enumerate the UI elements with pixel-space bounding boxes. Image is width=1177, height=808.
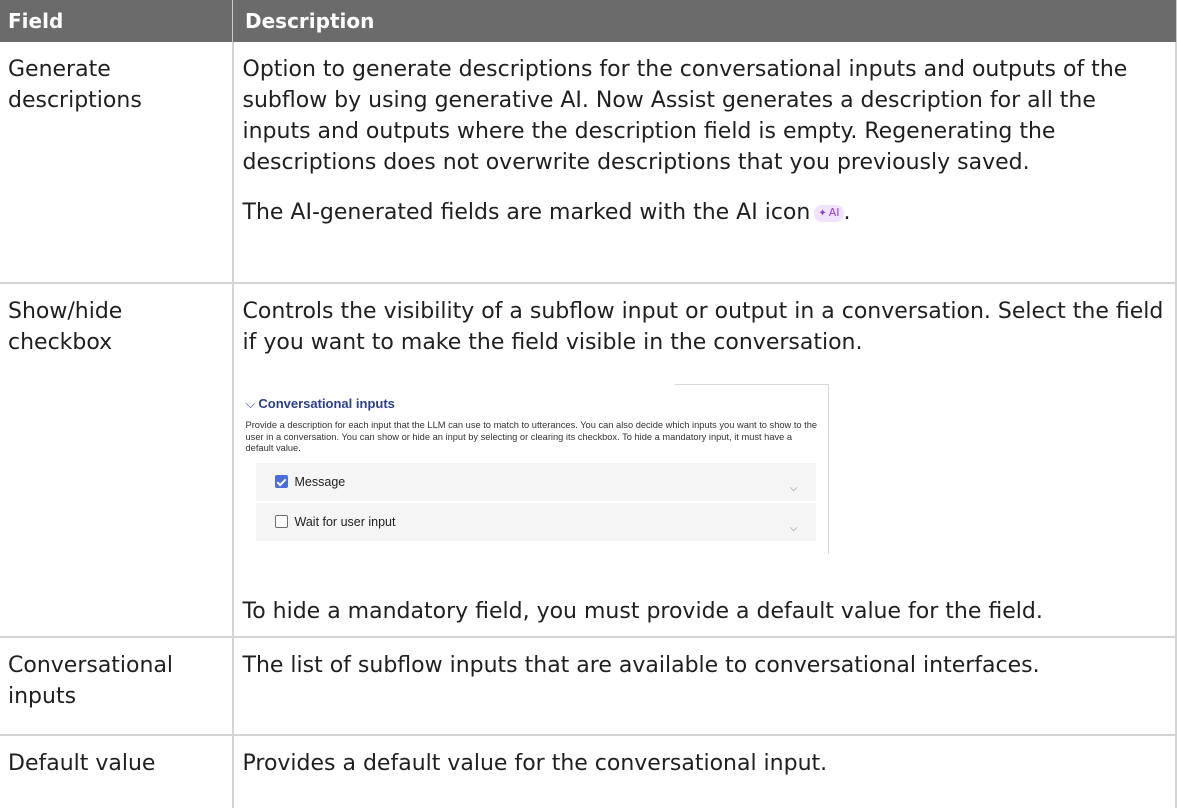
divider bbox=[674, 384, 829, 385]
ai-badge: ✦ AI bbox=[814, 205, 844, 222]
description-paragraph: To hide a mandatory field, you must prov… bbox=[242, 599, 1043, 624]
column-header-field: Field bbox=[0, 0, 233, 42]
input-item-message[interactable]: Message ⌵ bbox=[255, 463, 816, 504]
message-checkbox[interactable] bbox=[274, 475, 288, 488]
divider bbox=[827, 384, 829, 554]
column-header-description: Description bbox=[232, 0, 1177, 42]
description-paragraph: The list of subflow inputs that are avai… bbox=[242, 653, 1040, 678]
conversational-inputs-section-header[interactable]: ⌵ Conversational inputs bbox=[246, 396, 395, 412]
description-cell: Option to generate descriptions for the … bbox=[232, 42, 1177, 284]
description-text: The AI-generated fields are marked with … bbox=[242, 200, 811, 225]
input-item-wait-for-user-input[interactable]: Wait for user input ⌵ bbox=[255, 503, 816, 544]
table-header-row: Field Description bbox=[0, 0, 1177, 42]
chevron-down-icon[interactable]: ⌵ bbox=[246, 396, 256, 411]
description-paragraph: Controls the visibility of a subflow inp… bbox=[242, 299, 1164, 355]
description-paragraph: The AI-generated fields are marked with … bbox=[243, 197, 1166, 228]
description-cell: Provides a default value for the convers… bbox=[232, 735, 1177, 808]
sparkle-icon: ✦ bbox=[818, 208, 827, 219]
input-item-label: Message bbox=[294, 475, 346, 489]
ai-badge-label: AI bbox=[828, 206, 840, 219]
table-row: Show/hide checkbox Controls the visibili… bbox=[0, 283, 1177, 638]
description-cell: The list of subflow inputs that are avai… bbox=[232, 637, 1177, 736]
table-row: Generate descriptions Option to generate… bbox=[0, 42, 1177, 284]
table-row: Conversational inputs The list of subflo… bbox=[0, 637, 1177, 736]
input-item-label: Wait for user input bbox=[294, 515, 396, 529]
description-paragraph: Provides a default value for the convers… bbox=[242, 751, 828, 776]
section-help-text: Provide a description for each input tha… bbox=[245, 420, 818, 453]
section-title: Conversational inputs bbox=[258, 396, 395, 411]
table-row: Default value Provides a default value f… bbox=[0, 735, 1177, 808]
description-cell: Controls the visibility of a subflow inp… bbox=[232, 283, 1177, 638]
wait-for-user-input-checkbox[interactable] bbox=[274, 515, 288, 528]
description-paragraph: Option to generate descriptions for the … bbox=[242, 57, 1128, 175]
field-cell: Show/hide checkbox bbox=[0, 283, 234, 638]
field-description-table: Field Description Generate descriptions … bbox=[0, 0, 1177, 808]
field-cell: Conversational inputs bbox=[0, 637, 234, 736]
chevron-down-icon[interactable]: ⌵ bbox=[790, 473, 798, 504]
field-cell: Default value bbox=[0, 735, 234, 808]
field-cell: Generate descriptions bbox=[0, 42, 234, 284]
description-period: . bbox=[843, 200, 851, 225]
chevron-down-icon[interactable]: ⌵ bbox=[790, 513, 798, 544]
embedded-screenshot: ⌵ Conversational inputs Provide a descrip… bbox=[242, 380, 829, 554]
